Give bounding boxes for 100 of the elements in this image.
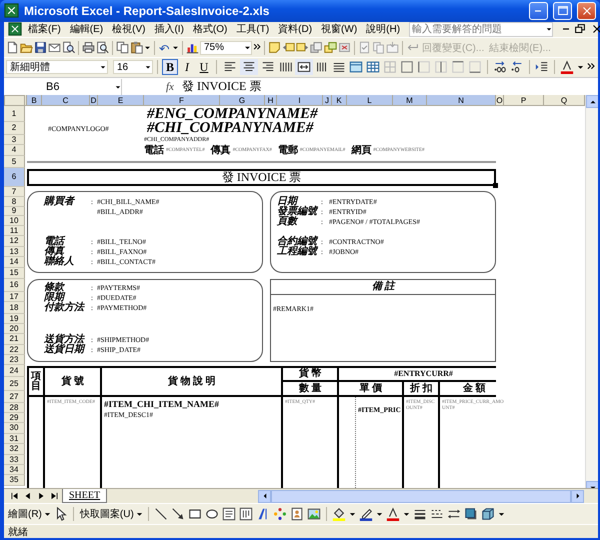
stacked-notes-icon[interactable] [324, 41, 337, 54]
row-header[interactable]: 10 [4, 216, 25, 226]
check-page-icon[interactable] [358, 41, 371, 54]
row-header[interactable]: 27 [4, 391, 25, 404]
row-header[interactable]: 23 [4, 355, 25, 366]
column-lines-icon[interactable] [315, 60, 329, 74]
print-preview-icon[interactable] [96, 41, 109, 54]
new-file-icon[interactable] [6, 41, 19, 54]
column-header[interactable]: B [27, 95, 42, 106]
column-header[interactable]: M [393, 95, 427, 106]
column-header[interactable]: D [90, 95, 98, 106]
row-header[interactable]: 12 [4, 236, 25, 248]
justify-icon[interactable] [332, 60, 346, 74]
column-header[interactable]: Q [544, 95, 585, 106]
row-header[interactable]: 13 [4, 247, 25, 258]
row-header[interactable]: 16 [4, 279, 25, 292]
picture-icon[interactable] [306, 507, 321, 522]
column-header[interactable]: P [504, 95, 544, 106]
small-minimize-icon[interactable] [562, 27, 570, 32]
shadow-icon[interactable] [464, 507, 478, 522]
column-header[interactable]: N [427, 95, 496, 106]
formula-field[interactable]: 發 INVOICE 票 [182, 78, 262, 96]
scroll-up-button[interactable] [586, 95, 598, 108]
magnifier-page-icon[interactable] [62, 41, 75, 54]
row-header[interactable]: 32 [4, 444, 25, 456]
font-dropdown[interactable]: 新細明體 [6, 60, 108, 74]
save-icon[interactable] [34, 41, 47, 54]
column-header[interactable]: E [98, 95, 144, 106]
border-top-icon[interactable] [451, 60, 465, 74]
column-header[interactable]: K [332, 95, 347, 106]
column-header[interactable]: J [323, 95, 332, 106]
sticky-note-icon[interactable] [268, 41, 281, 54]
fill-handle[interactable] [493, 183, 498, 188]
column-header[interactable]: I [277, 95, 323, 106]
column-header[interactable]: O [496, 95, 504, 106]
oval-icon[interactable] [204, 507, 219, 522]
row-header[interactable]: 24 [4, 365, 25, 378]
prev-icon[interactable] [23, 491, 33, 502]
arrow-icon[interactable] [170, 507, 185, 522]
excel-icon[interactable] [8, 22, 22, 36]
row-header[interactable]: 15 [4, 268, 25, 280]
row-header[interactable]: 21 [4, 334, 25, 346]
grid-table-icon[interactable] [366, 60, 380, 74]
paste-icon[interactable] [130, 41, 143, 54]
row-header[interactable]: 9 [4, 207, 25, 216]
row-header[interactable]: 8 [4, 197, 25, 208]
menu-item[interactable]: 插入(I) [151, 22, 187, 36]
underline-button[interactable]: U [196, 59, 212, 76]
font-color-icon[interactable] [560, 60, 574, 74]
row-header[interactable]: 30 [4, 423, 25, 434]
cube-icon[interactable] [480, 507, 495, 522]
row-header[interactable]: 25 [4, 377, 25, 392]
row-header[interactable]: 31 [4, 434, 25, 444]
border-left-icon[interactable] [417, 60, 431, 74]
invoice-title[interactable]: 發 INVOICE 票 [27, 169, 496, 186]
menu-item[interactable]: 說明(H) [363, 22, 404, 36]
border-bottom-icon[interactable] [468, 60, 482, 74]
window-icon[interactable] [349, 60, 363, 74]
column-header[interactable]: G [220, 95, 265, 106]
line-color-icon[interactable] [358, 507, 373, 522]
printer-icon[interactable] [82, 41, 95, 54]
vertical-text-box-icon[interactable] [238, 507, 253, 522]
row-header[interactable]: 22 [4, 345, 25, 356]
zoom-dropdown[interactable]: 75% [200, 40, 252, 55]
font-size-dropdown[interactable]: 16 [113, 60, 153, 74]
notes-icon[interactable] [310, 41, 323, 54]
scroll-left-button[interactable] [258, 490, 271, 503]
minimize-button[interactable] [529, 2, 548, 20]
function-button[interactable]: fx [166, 80, 174, 93]
menu-item[interactable]: 檢視(V) [109, 22, 148, 36]
row-header[interactable]: 29 [4, 413, 25, 424]
menu-item[interactable]: 資料(D) [275, 22, 316, 36]
row-header[interactable]: 35 [4, 475, 25, 486]
vertical-scrollbar[interactable] [585, 95, 598, 488]
maximize-button[interactable] [553, 2, 572, 20]
border-box-icon[interactable] [400, 60, 414, 74]
row-header[interactable]: 14 [4, 257, 25, 268]
merge-center-icon[interactable] [297, 60, 311, 74]
row-header[interactable]: 33 [4, 455, 25, 466]
row-header[interactable]: 7 [4, 187, 25, 198]
text-box-icon[interactable] [222, 507, 236, 522]
next-icon[interactable] [36, 491, 46, 502]
column-header[interactable]: H [265, 95, 277, 106]
last-icon[interactable] [49, 491, 59, 502]
row-header[interactable]: 6 [4, 168, 25, 188]
diagram-icon[interactable] [272, 507, 287, 522]
sheet-tab[interactable]: SHEET [62, 489, 108, 504]
line-icon[interactable] [154, 507, 168, 522]
envelope-icon[interactable] [48, 41, 61, 54]
bold-button[interactable]: B [162, 59, 178, 76]
scroll-right-button[interactable] [571, 490, 584, 503]
row-header[interactable]: 20 [4, 324, 25, 334]
menu-item[interactable]: 視窗(W) [318, 22, 360, 36]
autoshapes-menu[interactable]: 快取圖案(U) [78, 507, 134, 522]
dots-arrow-right-icon[interactable] [493, 60, 507, 74]
menu-item[interactable]: 檔案(F) [25, 22, 64, 36]
close-button[interactable] [577, 2, 596, 20]
menu-item[interactable]: 工具(T) [233, 22, 272, 36]
font-color-icon[interactable] [386, 507, 400, 522]
framed-figure-icon[interactable] [290, 507, 304, 522]
